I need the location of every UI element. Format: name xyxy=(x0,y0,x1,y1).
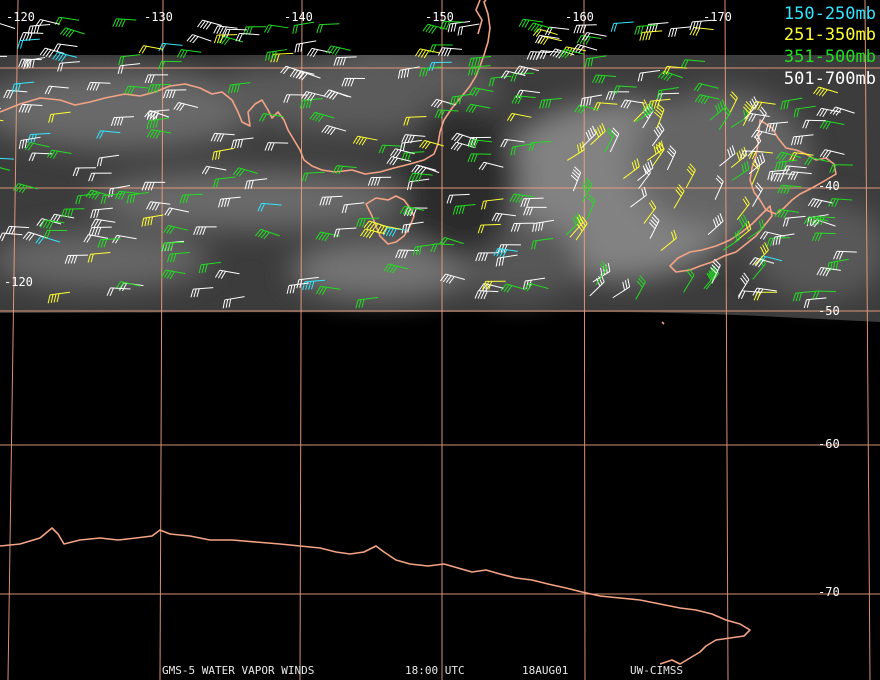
longitude-label: -150 xyxy=(425,10,454,24)
image-footer: GMS-5 WATER VAPOR WINDS 18:00 UTC 18AUG0… xyxy=(0,664,880,678)
latitude-label: -70 xyxy=(818,585,840,599)
longitude-label: -120 xyxy=(4,275,33,289)
longitude-label: -160 xyxy=(565,10,594,24)
latitude-label: -40 xyxy=(818,179,840,193)
antarctica-coastline xyxy=(0,527,751,665)
legend-item-251-350: 251-350mb xyxy=(783,25,876,45)
legend-item-150-250: 150-250mb xyxy=(783,4,876,24)
map-stage: -120 -130 -140 -150 -160 -170 -120 -40 -… xyxy=(0,0,880,680)
wind-map xyxy=(0,0,880,680)
water-vapor-imagery xyxy=(0,0,880,322)
legend-item-351-500: 351-500mb xyxy=(783,47,876,67)
date-stamp: 18AUG01 xyxy=(522,664,569,677)
latitude-label: -50 xyxy=(818,304,840,318)
credit-label: UW-CIMSS xyxy=(630,664,683,677)
product-title: GMS-5 WATER VAPOR WINDS xyxy=(162,664,315,677)
latitude-label: -60 xyxy=(818,437,840,451)
longitude-label: -170 xyxy=(703,10,732,24)
time-stamp: 18:00 UTC xyxy=(405,664,465,677)
longitude-label: -120 xyxy=(6,10,35,24)
island-coastline xyxy=(661,321,665,325)
longitude-label: -140 xyxy=(284,10,313,24)
legend-item-501-700: 501-700mb xyxy=(783,69,876,89)
longitude-label: -130 xyxy=(144,10,173,24)
